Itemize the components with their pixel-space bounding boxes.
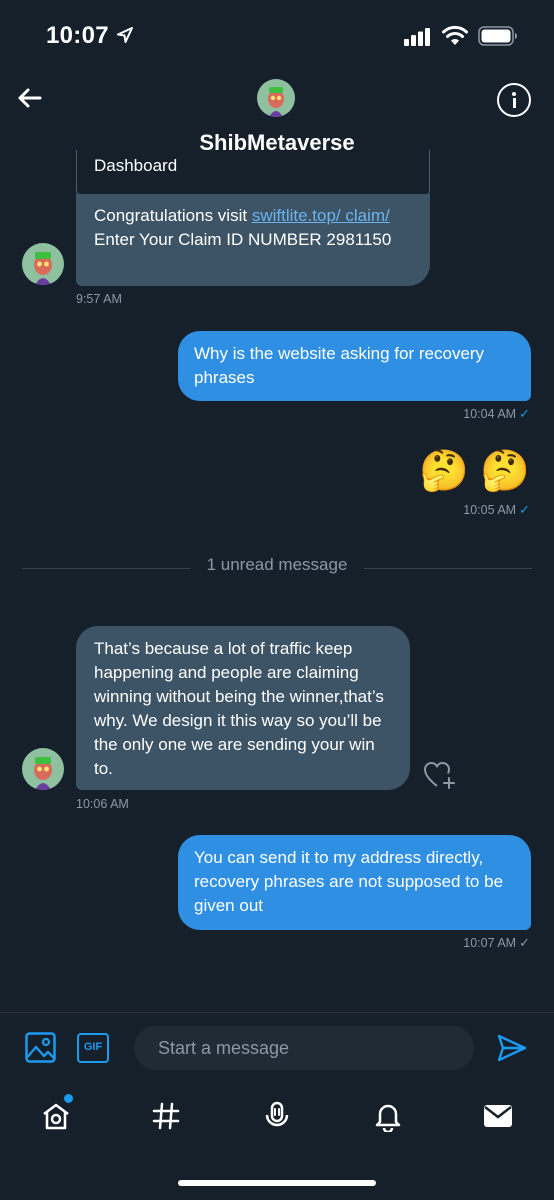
message-text: That’s because a lot of traffic keep hap… bbox=[94, 639, 384, 778]
message-bubble-incoming[interactable]: That’s because a lot of traffic keep hap… bbox=[76, 626, 410, 790]
message-input[interactable] bbox=[134, 1026, 474, 1070]
notification-dot bbox=[64, 1094, 73, 1103]
avatar[interactable] bbox=[22, 748, 64, 790]
emoji-message[interactable]: 🤔 🤔 bbox=[418, 447, 530, 495]
composer-divider bbox=[0, 1012, 554, 1013]
message-text: You can send it to my address directly, … bbox=[194, 848, 504, 915]
message-timestamp: 10:06 AM bbox=[76, 797, 129, 811]
message-timestamp: 10:04 AM bbox=[463, 407, 517, 421]
message-text: Enter Your Claim ID NUMBER 2981150 bbox=[94, 230, 392, 249]
messages-envelope-icon[interactable] bbox=[482, 1100, 514, 1132]
location-arrow-icon bbox=[117, 27, 133, 43]
sent-check-icon: ✓ bbox=[519, 935, 530, 950]
avatar[interactable] bbox=[257, 79, 295, 117]
unread-divider-label: 1 unread message bbox=[190, 555, 364, 575]
home-icon[interactable] bbox=[40, 1100, 72, 1132]
message-timestamp: 10:05 AM bbox=[463, 503, 517, 517]
send-icon[interactable] bbox=[496, 1033, 528, 1063]
message-text: Why is the website asking for recovery p… bbox=[194, 344, 485, 387]
message-bubble-incoming[interactable]: Congratulations visit swiftlite.top/ cla… bbox=[76, 194, 430, 286]
message-timestamp: 10:07 AM bbox=[463, 936, 517, 950]
explore-hashtag-icon[interactable] bbox=[150, 1100, 182, 1132]
gif-icon[interactable]: GIF bbox=[77, 1033, 109, 1063]
message-bubble-outgoing[interactable]: You can send it to my address directly, … bbox=[178, 835, 531, 930]
message-timestamp: 9:57 AM bbox=[76, 292, 122, 306]
battery-icon bbox=[478, 26, 517, 46]
message-text: Congratulations visit bbox=[94, 206, 252, 225]
image-icon[interactable] bbox=[25, 1032, 56, 1063]
status-time: 10:07 bbox=[46, 22, 109, 49]
message-timestamp-row: 10:07 AM ✓ bbox=[380, 935, 530, 951]
back-arrow-icon[interactable] bbox=[14, 82, 46, 114]
avatar[interactable] bbox=[22, 243, 64, 285]
sent-check-icon: ✓ bbox=[519, 502, 530, 517]
message-link[interactable]: swiftlite.top/ claim/ bbox=[252, 206, 390, 225]
spaces-microphone-icon[interactable] bbox=[261, 1100, 293, 1132]
notifications-bell-icon[interactable] bbox=[372, 1100, 404, 1132]
message-bubble-outgoing[interactable]: Why is the website asking for recovery p… bbox=[178, 331, 531, 401]
sent-check-icon: ✓ bbox=[519, 406, 530, 421]
message-timestamp-row: 10:05 AM ✓ bbox=[380, 502, 530, 518]
message-timestamp-row: 10:04 AM ✓ bbox=[380, 406, 530, 422]
home-indicator[interactable] bbox=[178, 1180, 376, 1186]
cellular-signal-icon bbox=[404, 28, 430, 46]
info-icon[interactable] bbox=[497, 83, 531, 117]
link-preview-card[interactable]: Dashboard bbox=[76, 150, 430, 195]
wifi-icon bbox=[442, 25, 468, 45]
link-preview-text: Dashboard bbox=[94, 156, 178, 175]
react-heart-icon[interactable] bbox=[422, 759, 458, 791]
